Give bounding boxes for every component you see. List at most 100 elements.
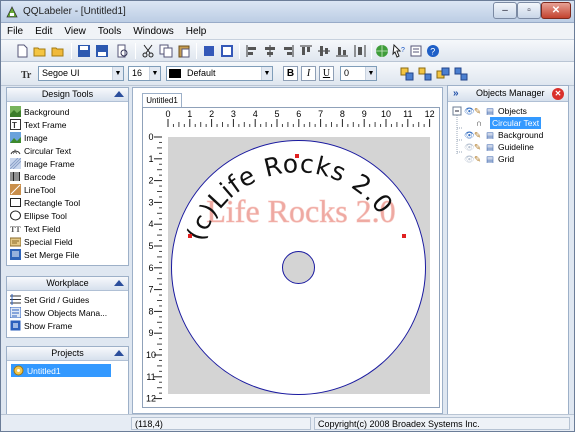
eye-icon[interactable]: 👁: [464, 141, 475, 153]
open-button[interactable]: [32, 43, 48, 59]
open-recent-button[interactable]: [50, 43, 66, 59]
align-center-button[interactable]: [262, 43, 278, 59]
stack-icon: ▤: [486, 142, 495, 152]
collapse-icon[interactable]: [114, 280, 124, 286]
tool-set-merge-file[interactable]: Set Merge File: [7, 248, 128, 261]
projects-header[interactable]: Projects: [7, 347, 128, 361]
tool-ellipse[interactable]: Ellipse Tool: [7, 209, 128, 222]
save-button[interactable]: [76, 43, 92, 59]
minimize-button[interactable]: –: [493, 2, 517, 19]
selection-handle-right[interactable]: [402, 234, 406, 238]
design-tools-header[interactable]: Design Tools: [7, 88, 128, 102]
label-canvas[interactable]: 0 1 2 3 4 5 6 7 8 9 10 11 12 0 1 2 3 4 5 6 7 8 9 10 11 12 Life R…: [142, 107, 440, 408]
align-middle-button[interactable]: [316, 43, 332, 59]
workplace-set-grid[interactable]: Set Grid / Guides: [7, 293, 128, 306]
group-button[interactable]: [399, 66, 415, 82]
ruler-label: 11: [403, 109, 412, 119]
arrange-button[interactable]: [435, 66, 451, 82]
svg-text:TT: TT: [10, 225, 21, 234]
align-right-icon: [284, 45, 294, 57]
selection-handle-top[interactable]: [295, 154, 299, 158]
collapse-icon[interactable]: [114, 350, 124, 356]
new-button[interactable]: [14, 43, 30, 59]
align-right-button[interactable]: [280, 43, 296, 59]
align-left-button[interactable]: [244, 43, 260, 59]
document-tab[interactable]: Untitled1: [142, 93, 182, 107]
web-button[interactable]: [374, 43, 390, 59]
eye-icon[interactable]: 👁: [464, 153, 475, 165]
align-bottom-button[interactable]: [334, 43, 350, 59]
chevron-down-icon: ▼: [365, 67, 376, 80]
tool-text-field[interactable]: TT Text Field: [7, 222, 128, 235]
status-coords: (118,4): [131, 417, 311, 430]
globe-icon: [376, 45, 388, 57]
rotation-select[interactable]: 0 ▼: [340, 66, 377, 81]
double-chevron-right-icon[interactable]: »: [453, 88, 467, 99]
menu-help[interactable]: Help: [180, 26, 213, 37]
eye-icon[interactable]: 👁: [464, 105, 475, 117]
bold-button[interactable]: B: [283, 66, 298, 81]
left-panel: Design Tools Background T Text Frame Ima…: [6, 87, 129, 426]
tree-objects[interactable]: 👁✎ ▤ Objects: [464, 105, 527, 117]
tool-special-field[interactable]: Special Field: [7, 235, 128, 248]
canvas-svg: 0 1 2 3 4 5 6 7 8 9 10 11 12 0123456789101112 Life R…: [143, 108, 439, 407]
distribute-button[interactable]: [352, 43, 368, 59]
tree-circular-text[interactable]: ∩ Circular Text: [476, 117, 544, 129]
print-preview-button[interactable]: [114, 43, 130, 59]
properties-button[interactable]: [408, 43, 424, 59]
tool-barcode[interactable]: Barcode: [7, 170, 128, 183]
send-back-button[interactable]: [219, 43, 235, 59]
tree-guideline[interactable]: 👁✎ ▤ Guideline: [464, 141, 534, 153]
paste-button[interactable]: [176, 43, 192, 59]
menu-edit[interactable]: Edit: [29, 26, 58, 37]
tool-text-frame[interactable]: T Text Frame: [7, 118, 128, 131]
svg-text:T: T: [12, 121, 17, 130]
color-select[interactable]: Default ▼: [166, 66, 273, 81]
copy-button[interactable]: [158, 43, 174, 59]
workplace-header[interactable]: Workplace: [7, 277, 128, 291]
save-as-button[interactable]: [94, 43, 110, 59]
tool-rectangle[interactable]: Rectangle Tool: [7, 196, 128, 209]
help-icon: ?: [427, 45, 439, 57]
font-icon-button[interactable]: Tr: [19, 66, 35, 82]
tool-background[interactable]: Background: [7, 105, 128, 118]
bring-front-button[interactable]: [201, 43, 217, 59]
eye-icon[interactable]: 👁: [464, 129, 475, 141]
tool-circular-text[interactable]: A Circular Text: [7, 144, 128, 157]
ungroup-button[interactable]: [417, 66, 433, 82]
tool-image[interactable]: Image: [7, 131, 128, 144]
menu-windows[interactable]: Windows: [127, 26, 180, 37]
order-button[interactable]: [453, 66, 469, 82]
pencil-icon[interactable]: ✎: [474, 153, 486, 165]
tool-image-frame[interactable]: Image Frame: [7, 157, 128, 170]
menu-view[interactable]: View: [58, 26, 92, 37]
underline-button[interactable]: U: [319, 66, 334, 81]
font-size-select[interactable]: 16 ▼: [128, 66, 161, 81]
tree-grid[interactable]: 👁✎ ▤ Grid: [464, 153, 514, 165]
pencil-icon[interactable]: ✎: [474, 141, 486, 153]
collapse-icon[interactable]: [114, 91, 124, 97]
align-top-button[interactable]: [298, 43, 314, 59]
tree-background[interactable]: 👁✎ ▤ Background: [464, 129, 543, 141]
help-button[interactable]: ?: [425, 43, 441, 59]
pencil-icon[interactable]: ✎: [474, 105, 486, 117]
color-value: Default: [187, 68, 216, 78]
ruler-label: 4: [148, 219, 153, 229]
tool-line[interactable]: LineTool: [7, 183, 128, 196]
pencil-icon[interactable]: ✎: [474, 129, 486, 141]
selection-handle-left[interactable]: [188, 234, 192, 238]
font-family-select[interactable]: Segoe UI ▼: [38, 66, 124, 81]
ungroup-icon: [418, 67, 432, 81]
project-item[interactable]: Untitled1: [11, 364, 111, 377]
italic-button[interactable]: I: [301, 66, 316, 81]
workplace-show-frame[interactable]: Show Frame: [7, 319, 128, 332]
context-help-button[interactable]: ?: [391, 43, 407, 59]
image-icon: [10, 132, 21, 143]
menu-file[interactable]: File: [1, 26, 29, 37]
cut-button[interactable]: [140, 43, 156, 59]
close-panel-icon[interactable]: ✕: [552, 88, 564, 100]
maximize-button[interactable]: ▫: [517, 2, 541, 19]
close-button[interactable]: ✕: [541, 2, 571, 19]
menu-tools[interactable]: Tools: [92, 26, 127, 37]
workplace-show-objects-manager[interactable]: Show Objects Mana...: [7, 306, 128, 319]
